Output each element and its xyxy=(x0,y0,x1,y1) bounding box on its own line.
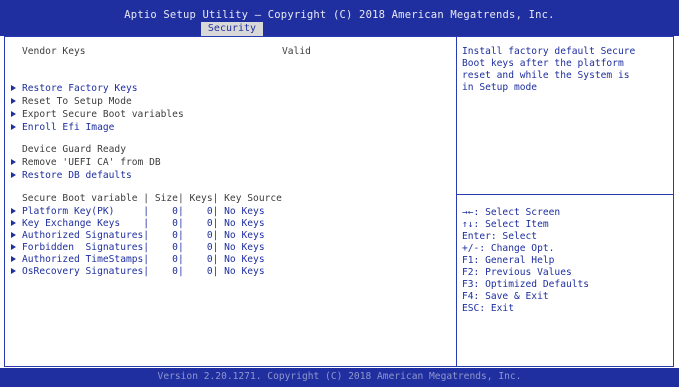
bios-screen: Aptio Setup Utility – Copyright (C) 2018… xyxy=(0,0,679,387)
submenu-arrow-icon xyxy=(11,208,16,214)
key-legend-line: ↑↓: Select Item xyxy=(462,219,549,230)
submenu-arrow-icon xyxy=(11,159,16,165)
factory-key-provision-label[interactable]: Factory Key Provision xyxy=(22,71,143,83)
help-divider xyxy=(456,194,673,195)
restore-db-defaults-item[interactable]: Restore DB defaults xyxy=(22,170,132,182)
restore-factory-keys-item[interactable]: Restore Factory Keys xyxy=(22,83,138,95)
key-legend-line: ESC: Exit xyxy=(462,303,514,314)
submenu-arrow-icon xyxy=(11,220,16,226)
app-title: Aptio Setup Utility – Copyright (C) 2018… xyxy=(124,9,555,21)
key-legend-line: →←: Select Screen xyxy=(462,207,561,218)
help-text-line: Install factory default Secure xyxy=(462,46,636,57)
tab-security[interactable]: Security xyxy=(201,22,263,36)
key-legend-line: F1: General Help xyxy=(462,255,555,266)
submenu-arrow-icon xyxy=(11,98,16,104)
factory-key-provision-value[interactable]: [Disabled] xyxy=(282,71,340,83)
key-legend-line: +/-: Change Opt. xyxy=(462,243,555,254)
submenu-arrow-icon xyxy=(11,124,16,130)
vendor-keys-value: Valid xyxy=(282,46,311,57)
submenu-arrow-icon xyxy=(11,85,16,91)
export-secure-boot-variables-item[interactable]: Export Secure Boot variables xyxy=(22,109,184,121)
table-row[interactable]: OsRecovery Signatures| 0| 0| No Keys xyxy=(22,266,265,278)
footer-bar: Version 2.20.1271. Copyright (C) 2018 Am… xyxy=(0,368,679,387)
reset-to-setup-mode-item[interactable]: Reset To Setup Mode xyxy=(22,96,132,108)
help-text-line: reset and while the System is xyxy=(462,70,630,81)
main-frame: Vendor Keys Valid Factory Key Provision … xyxy=(4,36,674,367)
submenu-arrow-icon xyxy=(11,268,16,274)
submenu-arrow-icon xyxy=(11,256,16,262)
enroll-efi-image-item[interactable]: Enroll Efi Image xyxy=(22,122,114,134)
key-legend-line: F4: Save & Exit xyxy=(462,291,549,302)
table-row[interactable]: Forbidden Signatures| 0| 0| No Keys xyxy=(22,242,265,254)
table-row[interactable]: Authorized Signatures| 0| 0| No Keys xyxy=(22,230,265,242)
submenu-arrow-icon xyxy=(11,111,16,117)
header-bar: Aptio Setup Utility – Copyright (C) 2018… xyxy=(0,0,679,36)
key-legend-line: F2: Previous Values xyxy=(462,267,572,278)
table-row[interactable]: Authorized TimeStamps| 0| 0| No Keys xyxy=(22,254,265,266)
version-text: Version 2.20.1271. Copyright (C) 2018 Am… xyxy=(157,371,522,382)
key-legend-line: F3: Optimized Defaults xyxy=(462,279,590,290)
submenu-arrow-icon xyxy=(11,232,16,238)
device-guard-ready-heading: Device Guard Ready xyxy=(22,144,126,155)
key-table-header: Secure Boot variable | Size| Keys| Key S… xyxy=(22,193,282,204)
table-row[interactable]: Platform Key(PK) | 0| 0| No Keys xyxy=(22,206,265,218)
vendor-keys-label: Vendor Keys xyxy=(22,46,86,57)
key-legend-line: Enter: Select xyxy=(462,231,538,242)
help-text-line: Boot keys after the platform xyxy=(462,58,624,69)
remove-uefi-ca-item[interactable]: Remove 'UEFI CA' from DB xyxy=(22,157,161,169)
submenu-arrow-icon xyxy=(11,172,16,178)
table-row[interactable]: Key Exchange Keys | 0| 0| No Keys xyxy=(22,218,265,230)
panel-divider xyxy=(456,37,457,366)
help-text-line: in Setup mode xyxy=(462,82,538,93)
submenu-arrow-icon xyxy=(11,244,16,250)
